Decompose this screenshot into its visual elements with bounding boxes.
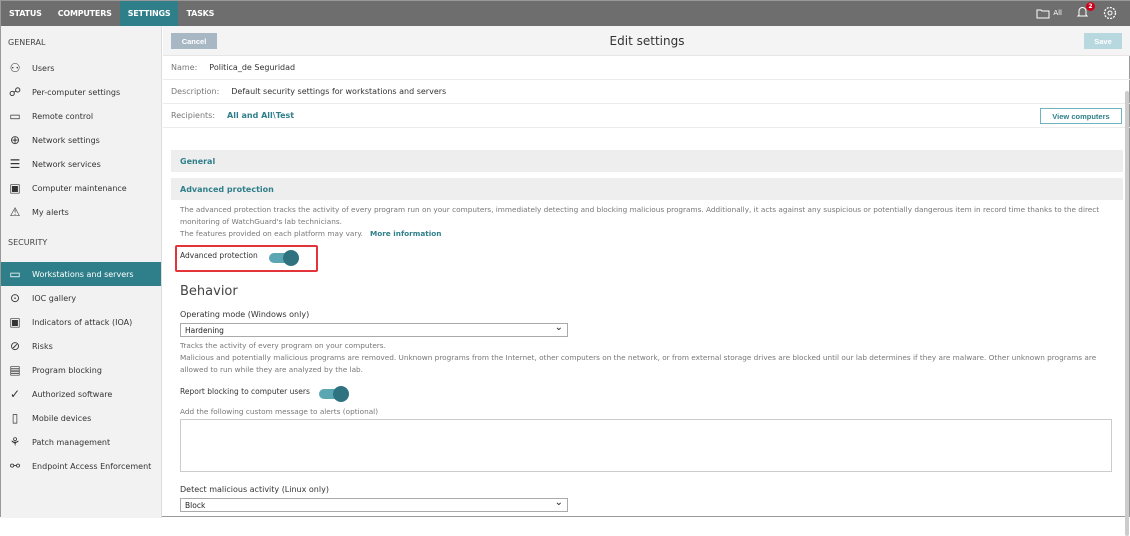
mode-desc-1: Tracks the activity of every program on …: [180, 341, 386, 350]
behavior-heading: Behavior: [180, 284, 238, 299]
sidebar: GENERAL ⚇ Users ☍ Per-computer settings ▭ Rem…: [1, 26, 162, 518]
mode-desc-2: Malicious and potentially malicious prog…: [180, 353, 1097, 362]
sidebar-item-label: Risks: [32, 341, 53, 351]
scrollbar[interactable]: [1125, 91, 1129, 536]
sidebar-item-risks[interactable]: ⊘ Risks: [1, 334, 161, 358]
linux-detect-select[interactable]: Block: [180, 497, 568, 512]
sidebar-item-label: Users: [32, 63, 55, 73]
notifications-button[interactable]: 2: [1076, 2, 1095, 21]
sidebar-item-label: Workstations and servers: [32, 269, 134, 279]
report-blocking-label: Report blocking to computer users: [180, 387, 310, 396]
advanced-protection-label: Advanced protection: [180, 251, 258, 260]
sidebar-item-label: Remote control: [32, 111, 94, 121]
gear-icon[interactable]: [1103, 6, 1117, 20]
sidebar-item-label: Patch management: [32, 437, 111, 447]
workstation-icon: ▭: [9, 267, 21, 281]
per-computer-icon: ☍: [8, 85, 22, 99]
folder-filter-button[interactable]: All: [1036, 8, 1062, 19]
sidebar-item-label: Per-computer settings: [32, 87, 121, 97]
section-advanced-protection[interactable]: Advanced protection: [171, 178, 1123, 200]
save-button[interactable]: Save: [1084, 33, 1122, 49]
top-nav: STATUS COMPUTERS SETTINGS TASKS All 2: [1, 1, 1130, 26]
name-value[interactable]: Politica_de Seguridad: [209, 63, 295, 72]
general-heading: GENERAL: [8, 38, 46, 47]
ioc-icon: ⊙: [9, 291, 21, 305]
advanced-desc-2: monitoring of WatchGuard's lab technicia…: [180, 217, 342, 226]
tab-computers[interactable]: COMPUTERS: [50, 1, 120, 26]
description-value[interactable]: Default security settings for workstatio…: [231, 87, 446, 96]
sidebar-item-per-computer-settings[interactable]: ☍ Per-computer settings: [1, 80, 161, 104]
sidebar-item-computer-maintenance[interactable]: ▣ Computer maintenance: [1, 176, 161, 200]
sidebar-item-network-settings[interactable]: ⊕ Network settings: [1, 128, 161, 152]
sidebar-item-label: IOC gallery: [32, 293, 77, 303]
sidebar-item-endpoint-access-enforcement[interactable]: ⚯ Endpoint Access Enforcement: [1, 454, 161, 478]
advanced-desc-1: The advanced protection tracks the activ…: [180, 205, 1100, 214]
patch-icon: ⚘: [9, 435, 21, 449]
notification-badge: 2: [1086, 2, 1095, 11]
recipients-label: Recipients:: [171, 111, 216, 120]
tab-tasks[interactable]: TASKS: [178, 1, 222, 26]
endpoint-icon: ⚯: [9, 459, 21, 473]
sidebar-item-network-services[interactable]: ☰ Network services: [1, 152, 161, 176]
sidebar-item-program-blocking[interactable]: ▤ Program blocking: [1, 358, 161, 382]
sidebar-item-patch-management[interactable]: ⚘ Patch management: [1, 430, 161, 454]
sidebar-item-label: Program blocking: [32, 365, 102, 375]
mobile-icon: ▯: [11, 411, 19, 425]
sidebar-item-label: Computer maintenance: [32, 183, 127, 193]
custom-message-label: Add the following custom message to aler…: [180, 407, 379, 416]
ioa-icon: ▣: [9, 315, 21, 329]
page-title: Edit settings: [609, 34, 685, 48]
view-computers-button[interactable]: View computers: [1040, 108, 1122, 124]
sidebar-item-label: Network settings: [32, 135, 100, 145]
authorized-icon: ✓: [9, 387, 21, 401]
sidebar-item-mobile-devices[interactable]: ▯ Mobile devices: [1, 406, 161, 430]
sidebar-item-users[interactable]: ⚇ Users: [1, 56, 161, 80]
sidebar-item-authorized-software[interactable]: ✓ Authorized software: [1, 382, 161, 406]
monitor-icon: ▭: [9, 109, 21, 123]
maintenance-icon: ▣: [9, 181, 21, 195]
more-information-link[interactable]: More information: [370, 229, 442, 238]
custom-message-textarea[interactable]: [180, 419, 1112, 472]
users-icon: ⚇: [9, 61, 21, 75]
section-general[interactable]: General: [171, 150, 1123, 172]
server-icon: ☰: [9, 157, 21, 171]
tab-settings[interactable]: SETTINGS: [119, 1, 179, 26]
operating-mode-select[interactable]: Hardening: [180, 322, 568, 337]
program-block-icon: ▤: [9, 363, 21, 377]
sidebar-item-label: Authorized software: [32, 389, 113, 399]
folder-icon: [1036, 9, 1050, 18]
globe-icon: ⊕: [9, 133, 21, 147]
tab-status[interactable]: STATUS: [1, 1, 50, 26]
sidebar-item-remote-control[interactable]: ▭ Remote control: [1, 104, 161, 128]
advanced-desc-3: The features provided on each platform m…: [180, 229, 363, 238]
recipients-link[interactable]: All and All\Test: [227, 111, 294, 120]
sidebar-item-workstations-and-servers[interactable]: ▭ Workstations and servers: [1, 262, 161, 286]
sidebar-item-label: Network services: [32, 159, 101, 169]
linux-detect-label: Detect malicious activity (Linux only): [180, 485, 329, 494]
report-blocking-toggle[interactable]: [319, 386, 349, 402]
sidebar-item-label: Mobile devices: [32, 413, 92, 423]
sidebar-item-label: Indicators of attack (IOA): [32, 317, 133, 327]
advanced-protection-toggle[interactable]: [269, 250, 299, 266]
mode-desc-3: allowed to run while they are analyzed b…: [180, 365, 363, 374]
name-label: Name:: [171, 63, 198, 72]
description-label: Description:: [171, 87, 220, 96]
sidebar-item-ioc-gallery[interactable]: ⊙ IOC gallery: [1, 286, 161, 310]
folder-label: All: [1053, 9, 1062, 17]
operating-mode-label: Operating mode (Windows only): [180, 310, 310, 319]
security-heading: SECURITY: [8, 238, 48, 247]
sidebar-item-label: Endpoint Access Enforcement: [32, 461, 152, 471]
alert-icon: ⚠: [9, 205, 21, 219]
sidebar-item-my-alerts[interactable]: ⚠ My alerts: [1, 200, 161, 224]
sidebar-item-indicators-of-attack-ioa[interactable]: ▣ Indicators of attack (IOA): [1, 310, 161, 334]
risk-icon: ⊘: [9, 339, 21, 353]
sidebar-item-label: My alerts: [32, 207, 69, 217]
